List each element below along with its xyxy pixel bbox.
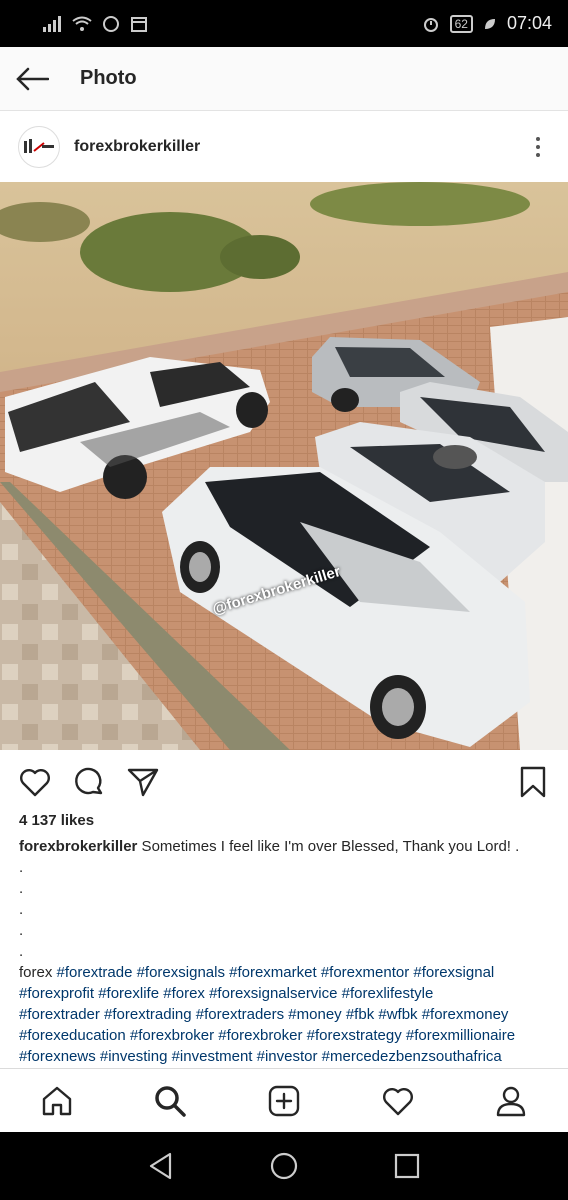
post-photo[interactable]: @forexbrokerkiller — [0, 182, 568, 750]
nav-add-post[interactable] — [262, 1079, 306, 1123]
hashtag-line[interactable]: #forexprofit #forexlife #forex #forexsig… — [19, 983, 554, 1004]
caption-dot: . — [19, 943, 24, 960]
system-recents-button[interactable] — [387, 1146, 427, 1186]
more-vertical-icon — [536, 137, 540, 141]
home-icon — [42, 1086, 71, 1115]
post-caption: forexbrokerkiller Sometimes I feel like … — [19, 836, 554, 1067]
app-bar: Photo — [0, 47, 568, 111]
triangle-back-icon — [150, 1152, 172, 1180]
nav-profile[interactable] — [489, 1079, 533, 1123]
hashtag-line: forex #forextrade #forexsignals #forexma… — [19, 962, 554, 983]
post-username[interactable]: forexbrokerkiller — [74, 138, 526, 156]
alarm-icon — [423, 17, 438, 32]
system-nav-bar — [0, 1132, 568, 1200]
status-icons-left — [42, 15, 148, 33]
caption-dot: . — [19, 922, 24, 939]
caption-username[interactable]: forexbrokerkiller — [19, 838, 137, 855]
bookmark-icon — [520, 766, 546, 798]
avatar-logo-icon — [24, 139, 54, 153]
signal-icon — [43, 15, 61, 32]
caption-dot: . — [19, 901, 24, 918]
post-header: forexbrokerkiller — [0, 112, 568, 182]
nav-activity[interactable] — [376, 1079, 420, 1123]
caption-text: Sometimes I feel like I'm over Blessed, … — [137, 838, 520, 855]
arrow-left-icon — [16, 67, 49, 90]
status-icons-right: 62 07:04 — [422, 13, 552, 34]
save-button[interactable] — [516, 765, 550, 799]
caption-line: forexbrokerkiller Sometimes I feel like … — [19, 836, 554, 857]
hashtag-first-word: forex — [19, 964, 53, 981]
caption-dots: . . . . . — [19, 857, 554, 962]
hashtag-line[interactable]: #forexnews #investing #investment #inves… — [19, 1046, 554, 1067]
add-post-icon — [268, 1085, 300, 1116]
more-dot — [536, 145, 540, 149]
more-options-button[interactable] — [526, 137, 550, 157]
hashtags: forex #forextrade #forexsignals #forexma… — [19, 962, 554, 1067]
hashtag-links[interactable]: #forextrade #forexsignals #forexmarket #… — [52, 964, 495, 981]
comment-icon — [75, 767, 103, 795]
square-recents-icon — [394, 1153, 419, 1179]
calendar-icon — [131, 16, 147, 32]
comment-button[interactable] — [72, 765, 106, 799]
clock: 07:04 — [506, 13, 552, 33]
heart-icon — [382, 1087, 413, 1115]
avatar[interactable] — [18, 126, 60, 168]
hashtag-line[interactable]: #forexeducation #forexbroker #forexbroke… — [19, 1025, 554, 1046]
page-title: Photo — [80, 67, 137, 89]
nav-search[interactable] — [148, 1079, 192, 1123]
nav-home[interactable] — [35, 1079, 79, 1123]
battery-level: 62 — [449, 14, 473, 33]
wifi-icon — [72, 16, 92, 31]
likes-count[interactable]: 4 137 likes — [19, 812, 94, 829]
search-icon — [155, 1085, 187, 1117]
caption-dot: . — [19, 859, 24, 876]
circle-home-icon — [270, 1152, 298, 1180]
caption-dot: . — [19, 880, 24, 897]
send-icon — [127, 768, 159, 797]
photo-illustration — [0, 182, 568, 750]
hashtag-line[interactable]: #forextrader #forextrading #forextraders… — [19, 1004, 554, 1025]
more-dot — [536, 153, 540, 157]
back-button[interactable] — [0, 47, 64, 111]
profile-icon — [496, 1086, 526, 1116]
post-actions — [0, 756, 568, 808]
whatsapp-icon — [103, 15, 119, 32]
like-button[interactable] — [18, 765, 52, 799]
bottom-nav — [0, 1068, 568, 1132]
heart-icon — [20, 769, 50, 797]
system-home-button[interactable] — [264, 1146, 304, 1186]
share-button[interactable] — [126, 765, 160, 799]
leaf-icon — [484, 18, 495, 29]
system-back-button[interactable] — [141, 1146, 181, 1186]
status-bar: 62 07:04 — [0, 0, 568, 47]
